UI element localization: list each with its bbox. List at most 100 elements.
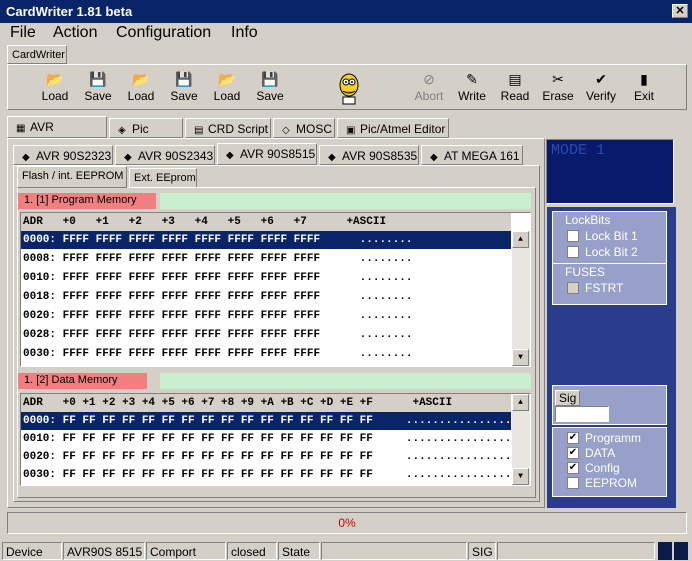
scroll-up-icon[interactable]: ▲ — [512, 231, 529, 248]
tab-icon: ▣ — [346, 125, 356, 136]
toolbar-label: Write — [458, 89, 486, 103]
fuses-group: FUSES FSTRT — [552, 263, 667, 305]
table-row[interactable]: 0008: FFFF FFFF FFFF FFFF FFFF FFFF FFFF… — [21, 250, 511, 268]
menu-configuration[interactable]: Configuration — [116, 24, 211, 42]
status-device-value: AVR90S 8515 — [63, 542, 145, 560]
device-tab-avr-90s8535[interactable]: ◆ AVR 90S8535 — [319, 145, 419, 165]
table-row[interactable]: 0010: FFFF FFFF FFFF FFFF FFFF FFFF FFFF… — [21, 269, 511, 287]
status-device-label: Device — [2, 542, 62, 560]
menu-file[interactable]: File — [10, 24, 36, 42]
fstrt-checkbox[interactable] — [567, 282, 579, 294]
write-button[interactable]: ✎ Write — [451, 71, 493, 103]
device-tab-at-mega-161[interactable]: ◆ AT MEGA 161 — [421, 145, 523, 165]
chip-icon: ◆ — [328, 152, 336, 163]
app-tab-cardwriter[interactable]: CardWriter — [7, 45, 67, 64]
lockbit2-checkbox[interactable] — [567, 246, 579, 258]
option-label: EEPROM — [585, 476, 638, 490]
verify-button[interactable]: ✔ Verify — [580, 71, 622, 103]
program-memory-header: ADR +0 +1 +2 +3 +4 +5 +6 +7 +ASCII — [21, 213, 511, 231]
tab-label: AVR 90S8515 — [240, 147, 316, 161]
exit-button[interactable]: ▮ Exit — [623, 71, 665, 103]
mem-tab-1[interactable]: Ext. EEprom — [129, 168, 197, 188]
table-row[interactable]: 0030: FF FF FF FF FF FF FF FF FF FF FF F… — [21, 466, 511, 484]
erase-icon: ✂ — [552, 71, 564, 87]
table-row[interactable]: 0028: FFFF FFFF FFFF FFFF FFFF FFFF FFFF… — [21, 326, 511, 344]
table-row[interactable]: 0030: FFFF FFFF FFFF FFFF FFFF FFFF FFFF… — [21, 345, 511, 363]
table-row[interactable]: 0010: FF FF FF FF FF FF FF FF FF FF FF F… — [21, 430, 511, 448]
scroll-down-icon[interactable]: ▼ — [512, 349, 529, 366]
save-button[interactable]: 💾 Save — [249, 71, 291, 103]
option-label: Programm — [585, 431, 642, 445]
scroll-down-icon[interactable]: ▼ — [512, 468, 529, 485]
read-icon: ▤ — [508, 71, 522, 87]
option-checkbox-eeprom[interactable] — [567, 477, 579, 489]
table-row[interactable]: 0020: FFFF FFFF FFFF FFFF FFFF FFFF FFFF… — [21, 307, 511, 325]
option-checkbox-programm[interactable]: ✔ — [567, 432, 579, 444]
program-memory-grid[interactable]: ADR +0 +1 +2 +3 +4 +5 +6 +7 +ASCII 0000:… — [20, 212, 531, 367]
tab-pic-atmel-editor[interactable]: ▣ Pic/Atmel Editor — [337, 118, 449, 138]
option-checkbox-data[interactable]: ✔ — [567, 447, 579, 459]
menu-bar: File Action Configuration Info — [0, 23, 692, 43]
lockbit1-checkbox[interactable] — [567, 230, 579, 242]
abort-button[interactable]: ⊘ Abort — [408, 71, 450, 103]
table-row[interactable]: 0000: FFFF FFFF FFFF FFFF FFFF FFFF FFFF… — [21, 231, 511, 249]
tab-label: MOSC — [296, 122, 332, 136]
status-led-1 — [658, 542, 672, 560]
sig-label: Sig — [555, 390, 581, 406]
window-title: CardWriter 1.81 beta — [6, 4, 133, 19]
lockbits-title: LockBits — [565, 213, 611, 227]
save-button[interactable]: 💾 Save — [77, 71, 119, 103]
status-comport-value: closed — [227, 542, 277, 560]
memory-tab-row: Flash / int. EEPROM Ext. EEprom — [17, 166, 317, 188]
erase-button[interactable]: ✂ Erase — [537, 71, 579, 103]
save-icon: 💾 — [175, 71, 193, 87]
tab-label: AT MEGA 161 — [444, 149, 520, 163]
toolbar-label: Load — [127, 89, 155, 103]
tab-mosc[interactable]: ◇ MOSC — [273, 118, 335, 138]
mem-tab-0[interactable]: Flash / int. EEPROM — [17, 166, 127, 188]
toolbar-label: Load — [213, 89, 241, 103]
status-led-2 — [674, 542, 688, 560]
status-bar: Device AVR90S 8515 Comport closed State … — [0, 541, 692, 561]
tab-crd-script[interactable]: ▤ CRD Script — [185, 118, 271, 138]
open-icon: 📂 — [218, 71, 236, 87]
options-group: ✔ Programm ✔ DATA ✔ Config EEPROM — [552, 427, 667, 497]
progress-bar: 0% — [7, 512, 687, 534]
read-button[interactable]: ▤ Read — [494, 71, 536, 103]
scroll-up-icon[interactable]: ▲ — [512, 394, 529, 411]
data-memory-title: 1. [2] Data Memory — [18, 373, 147, 389]
tab-avr[interactable]: ▦ AVR — [7, 116, 107, 138]
verify-icon: ✔ — [595, 71, 607, 87]
fstrt-label: FSTRT — [585, 281, 624, 295]
mascot-icon — [334, 71, 364, 105]
close-button[interactable]: ✕ — [672, 4, 688, 18]
menu-info[interactable]: Info — [231, 24, 258, 42]
toolbar-label: Read — [500, 89, 530, 103]
sig-input[interactable] — [555, 406, 609, 422]
table-row[interactable]: 0018: FFFF FFFF FFFF FFFF FFFF FFFF FFFF… — [21, 288, 511, 306]
load-button[interactable]: 📂 Load — [34, 71, 76, 103]
load-button[interactable]: 📂 Load — [120, 71, 162, 103]
tab-pic[interactable]: ◈ Pic — [109, 118, 183, 138]
device-tab-avr-90s2343[interactable]: ◆ AVR 90S2343 — [115, 145, 215, 165]
data-memory-scrollbar[interactable]: ▲ ▼ — [512, 394, 530, 485]
table-row[interactable]: 0000: FF FF FF FF FF FF FF FF FF FF FF F… — [21, 412, 511, 430]
save-icon: 💾 — [89, 71, 107, 87]
status-sig-label: SIG — [468, 542, 496, 560]
device-tab-avr-90s8515[interactable]: ◆ AVR 90S8515 — [217, 143, 317, 165]
tab-label: AVR 90S8535 — [342, 149, 418, 163]
tab-label: CRD Script — [208, 122, 269, 136]
tab-icon: ◈ — [118, 125, 126, 136]
table-row[interactable]: 0020: FF FF FF FF FF FF FF FF FF FF FF F… — [21, 448, 511, 466]
save-button[interactable]: 💾 Save — [163, 71, 205, 103]
menu-action[interactable]: Action — [53, 24, 97, 42]
program-memory-scrollbar[interactable]: ▲ ▼ — [512, 231, 530, 366]
toolbar-label: Save — [84, 89, 112, 103]
load-button[interactable]: 📂 Load — [206, 71, 248, 103]
data-memory-grid[interactable]: ADR +0 +1 +2 +3 +4 +5 +6 +7 +8 +9 +A +B … — [20, 393, 531, 486]
device-tab-row: ◆ AVR 90S2323 ◆ AVR 90S2343 ◆ AVR 90S8515 ◆ AVR… — [13, 143, 543, 165]
device-tab-avr-90s2323[interactable]: ◆ AVR 90S2323 — [13, 145, 113, 165]
option-checkbox-config[interactable]: ✔ — [567, 462, 579, 474]
tab-label: Pic — [132, 122, 149, 136]
tab-label: AVR 90S2343 — [138, 149, 214, 163]
